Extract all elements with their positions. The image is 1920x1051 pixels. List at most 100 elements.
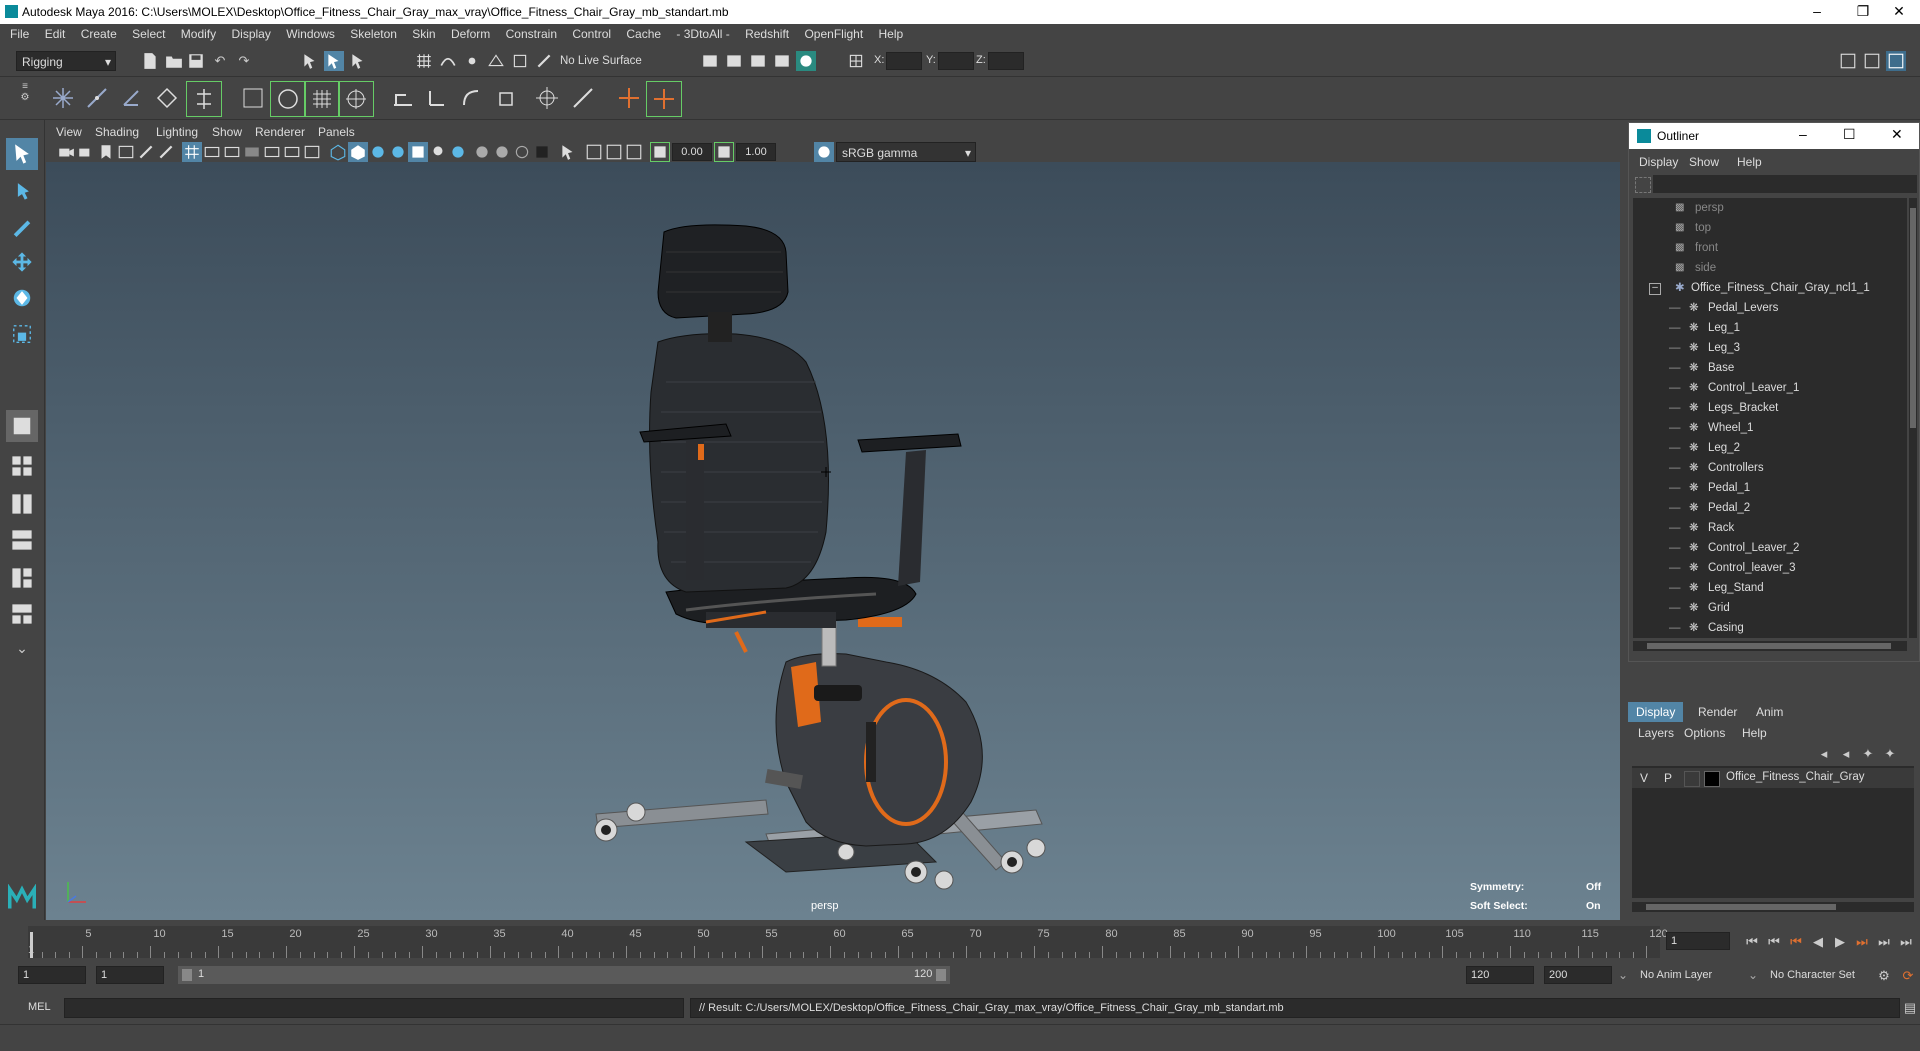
xray-components-icon[interactable] bbox=[624, 142, 644, 162]
outliner-camera-item[interactable]: ▩ front bbox=[1633, 238, 1907, 258]
outliner-search-input[interactable] bbox=[1653, 175, 1917, 193]
menu-cache[interactable]: Cache bbox=[626, 24, 661, 41]
auto-key-icon[interactable]: ⚙ bbox=[1874, 966, 1894, 986]
wireframe-on-shaded-icon[interactable] bbox=[388, 142, 408, 162]
menu-redshift[interactable]: Redshift bbox=[745, 24, 789, 41]
layer-visibility-toggle[interactable]: V bbox=[1640, 771, 1648, 785]
cluster-icon[interactable] bbox=[338, 81, 374, 117]
paint-weights-icon[interactable] bbox=[270, 81, 306, 117]
outliner-child-item[interactable]: — ❋ Leg_2 bbox=[1633, 438, 1907, 458]
snap-live-icon[interactable] bbox=[534, 51, 554, 71]
tab-render[interactable]: Render bbox=[1690, 702, 1745, 722]
range-slider[interactable]: 1 120 bbox=[178, 966, 950, 984]
step-back-frame-icon[interactable]: ⏮ bbox=[1786, 932, 1806, 952]
anim-layer-dropdown[interactable]: No Anim Layer bbox=[1640, 969, 1712, 981]
curve-control-icon[interactable] bbox=[646, 81, 682, 117]
layout-four-icon[interactable] bbox=[6, 450, 38, 482]
play-backwards-icon[interactable]: ◀ bbox=[1808, 932, 1828, 952]
outliner-child-item[interactable]: — ❋ Leg_Stand bbox=[1633, 578, 1907, 598]
outliner-child-item[interactable]: — ❋ Legs_Bracket bbox=[1633, 398, 1907, 418]
aim-constraint-icon[interactable] bbox=[530, 81, 564, 115]
play-forwards-icon[interactable]: ▶ bbox=[1830, 932, 1850, 952]
outliner-child-item[interactable]: — ❋ Leg_3 bbox=[1633, 338, 1907, 358]
outliner-menu-display[interactable]: Display bbox=[1639, 155, 1678, 169]
go-to-end-icon[interactable]: ⏭ bbox=[1896, 932, 1916, 952]
image-plane-icon[interactable] bbox=[116, 142, 136, 162]
rotate-tool-icon[interactable] bbox=[6, 282, 38, 314]
new-layer-icon[interactable]: ✦ bbox=[1858, 744, 1878, 764]
move-layer-up-icon[interactable]: ◂ bbox=[1814, 744, 1834, 764]
undo-icon[interactable]: ↶ bbox=[210, 51, 230, 71]
default-material-icon[interactable] bbox=[368, 142, 388, 162]
outliner-vertical-scrollbar[interactable] bbox=[1909, 198, 1917, 638]
vp-menu-show[interactable]: Show bbox=[212, 125, 242, 139]
snap-grid-icon[interactable] bbox=[414, 51, 434, 71]
menu-deform[interactable]: Deform bbox=[451, 24, 490, 41]
outliner-child-item[interactable]: — ❋ Base bbox=[1633, 358, 1907, 378]
new-layer-selected-icon[interactable]: ✦ bbox=[1880, 744, 1900, 764]
chevron-down-icon[interactable]: ⌄ bbox=[1618, 968, 1628, 982]
bookmark-icon[interactable] bbox=[96, 142, 116, 162]
gate-mask-icon[interactable] bbox=[242, 142, 262, 162]
menu-3dtoall[interactable]: - 3DtoAll - bbox=[676, 24, 729, 41]
preferences-icon[interactable]: ⟳ bbox=[1898, 966, 1918, 986]
layer-playback-toggle[interactable]: P bbox=[1664, 771, 1672, 785]
menu-control[interactable]: Control bbox=[572, 24, 611, 41]
transform-mode-icon[interactable] bbox=[846, 51, 866, 71]
time-ruler[interactable]: 1 51015202530354045505560657075808590951… bbox=[28, 926, 1668, 958]
orient-constraint-icon[interactable] bbox=[420, 81, 454, 115]
ipr-render-icon[interactable] bbox=[748, 51, 768, 71]
outliner-child-item[interactable]: — ❋ Pedal_Levers bbox=[1633, 298, 1907, 318]
use-lights-icon[interactable] bbox=[428, 142, 448, 162]
outliner-group-item[interactable]: – ✱ Office_Fitness_Chair_Gray_ncl1_1 bbox=[1633, 278, 1907, 298]
menu-file[interactable]: File bbox=[10, 24, 29, 41]
locator-icon[interactable] bbox=[612, 81, 646, 115]
layout-two-icon[interactable] bbox=[6, 488, 38, 520]
layer-type-toggle[interactable] bbox=[1684, 771, 1700, 787]
safe-title-icon[interactable] bbox=[302, 142, 322, 162]
resolution-gate-icon[interactable] bbox=[222, 142, 242, 162]
outliner-child-item[interactable]: — ❋ Pedal_2 bbox=[1633, 498, 1907, 518]
render-sequence-icon[interactable] bbox=[724, 51, 744, 71]
outliner-minimize-button[interactable]: – bbox=[1799, 126, 1807, 142]
smooth-bind-icon[interactable] bbox=[236, 81, 270, 115]
minimize-button[interactable]: – bbox=[1794, 0, 1840, 24]
live-surface-label[interactable]: No Live Surface bbox=[560, 55, 642, 67]
menu-help[interactable]: Help bbox=[879, 24, 904, 41]
current-frame-field[interactable]: 1 bbox=[1666, 932, 1730, 950]
menu-skin[interactable]: Skin bbox=[412, 24, 435, 41]
select-component-icon[interactable] bbox=[348, 51, 368, 71]
playback-end-field[interactable]: 120 bbox=[1466, 966, 1534, 984]
safe-action-icon[interactable] bbox=[282, 142, 302, 162]
screen-space-ao-icon[interactable] bbox=[472, 142, 492, 162]
channel-box-icon[interactable] bbox=[1886, 51, 1906, 71]
menu-set-dropdown[interactable]: Rigging ▾ bbox=[16, 51, 116, 71]
lattice-icon[interactable] bbox=[304, 81, 340, 117]
range-start-handle[interactable] bbox=[182, 969, 192, 981]
wireframe-icon[interactable] bbox=[328, 142, 348, 162]
playback-start-field[interactable]: 1 bbox=[96, 966, 164, 984]
y-field[interactable] bbox=[938, 52, 974, 70]
perspective-viewport[interactable]: persp Symmetry: Off Soft Select: On bbox=[46, 162, 1620, 920]
snap-surface-icon[interactable] bbox=[510, 51, 530, 71]
layout-hypershade-icon[interactable] bbox=[6, 598, 38, 630]
shadows-icon[interactable] bbox=[448, 142, 468, 162]
layers-menu[interactable]: Layers bbox=[1638, 726, 1674, 740]
grease-pencil-icon[interactable] bbox=[156, 142, 176, 162]
layout-graph-icon[interactable] bbox=[6, 562, 38, 594]
twod-pan-zoom-icon[interactable] bbox=[136, 142, 156, 162]
ik-handle-icon[interactable] bbox=[80, 81, 114, 115]
workspace-icon[interactable] bbox=[1838, 51, 1858, 71]
outliner-child-item[interactable]: — ❋ Grid bbox=[1633, 598, 1907, 618]
select-hierarchy-icon[interactable] bbox=[300, 51, 320, 71]
snap-view-icon[interactable] bbox=[486, 51, 506, 71]
bind-skin-icon[interactable] bbox=[186, 81, 222, 117]
redo-icon[interactable]: ↷ bbox=[234, 51, 254, 71]
film-gate-icon[interactable] bbox=[202, 142, 222, 162]
paint-select-icon[interactable] bbox=[6, 210, 38, 242]
outliner-child-item[interactable]: — ❋ Control_Leaver_1 bbox=[1633, 378, 1907, 398]
outliner-child-item[interactable]: — ❋ Wheel_1 bbox=[1633, 418, 1907, 438]
view-transform-dropdown[interactable]: sRGB gamma ▾ bbox=[836, 142, 976, 162]
menu-skeleton[interactable]: Skeleton bbox=[350, 24, 397, 41]
z-field[interactable] bbox=[988, 52, 1024, 70]
